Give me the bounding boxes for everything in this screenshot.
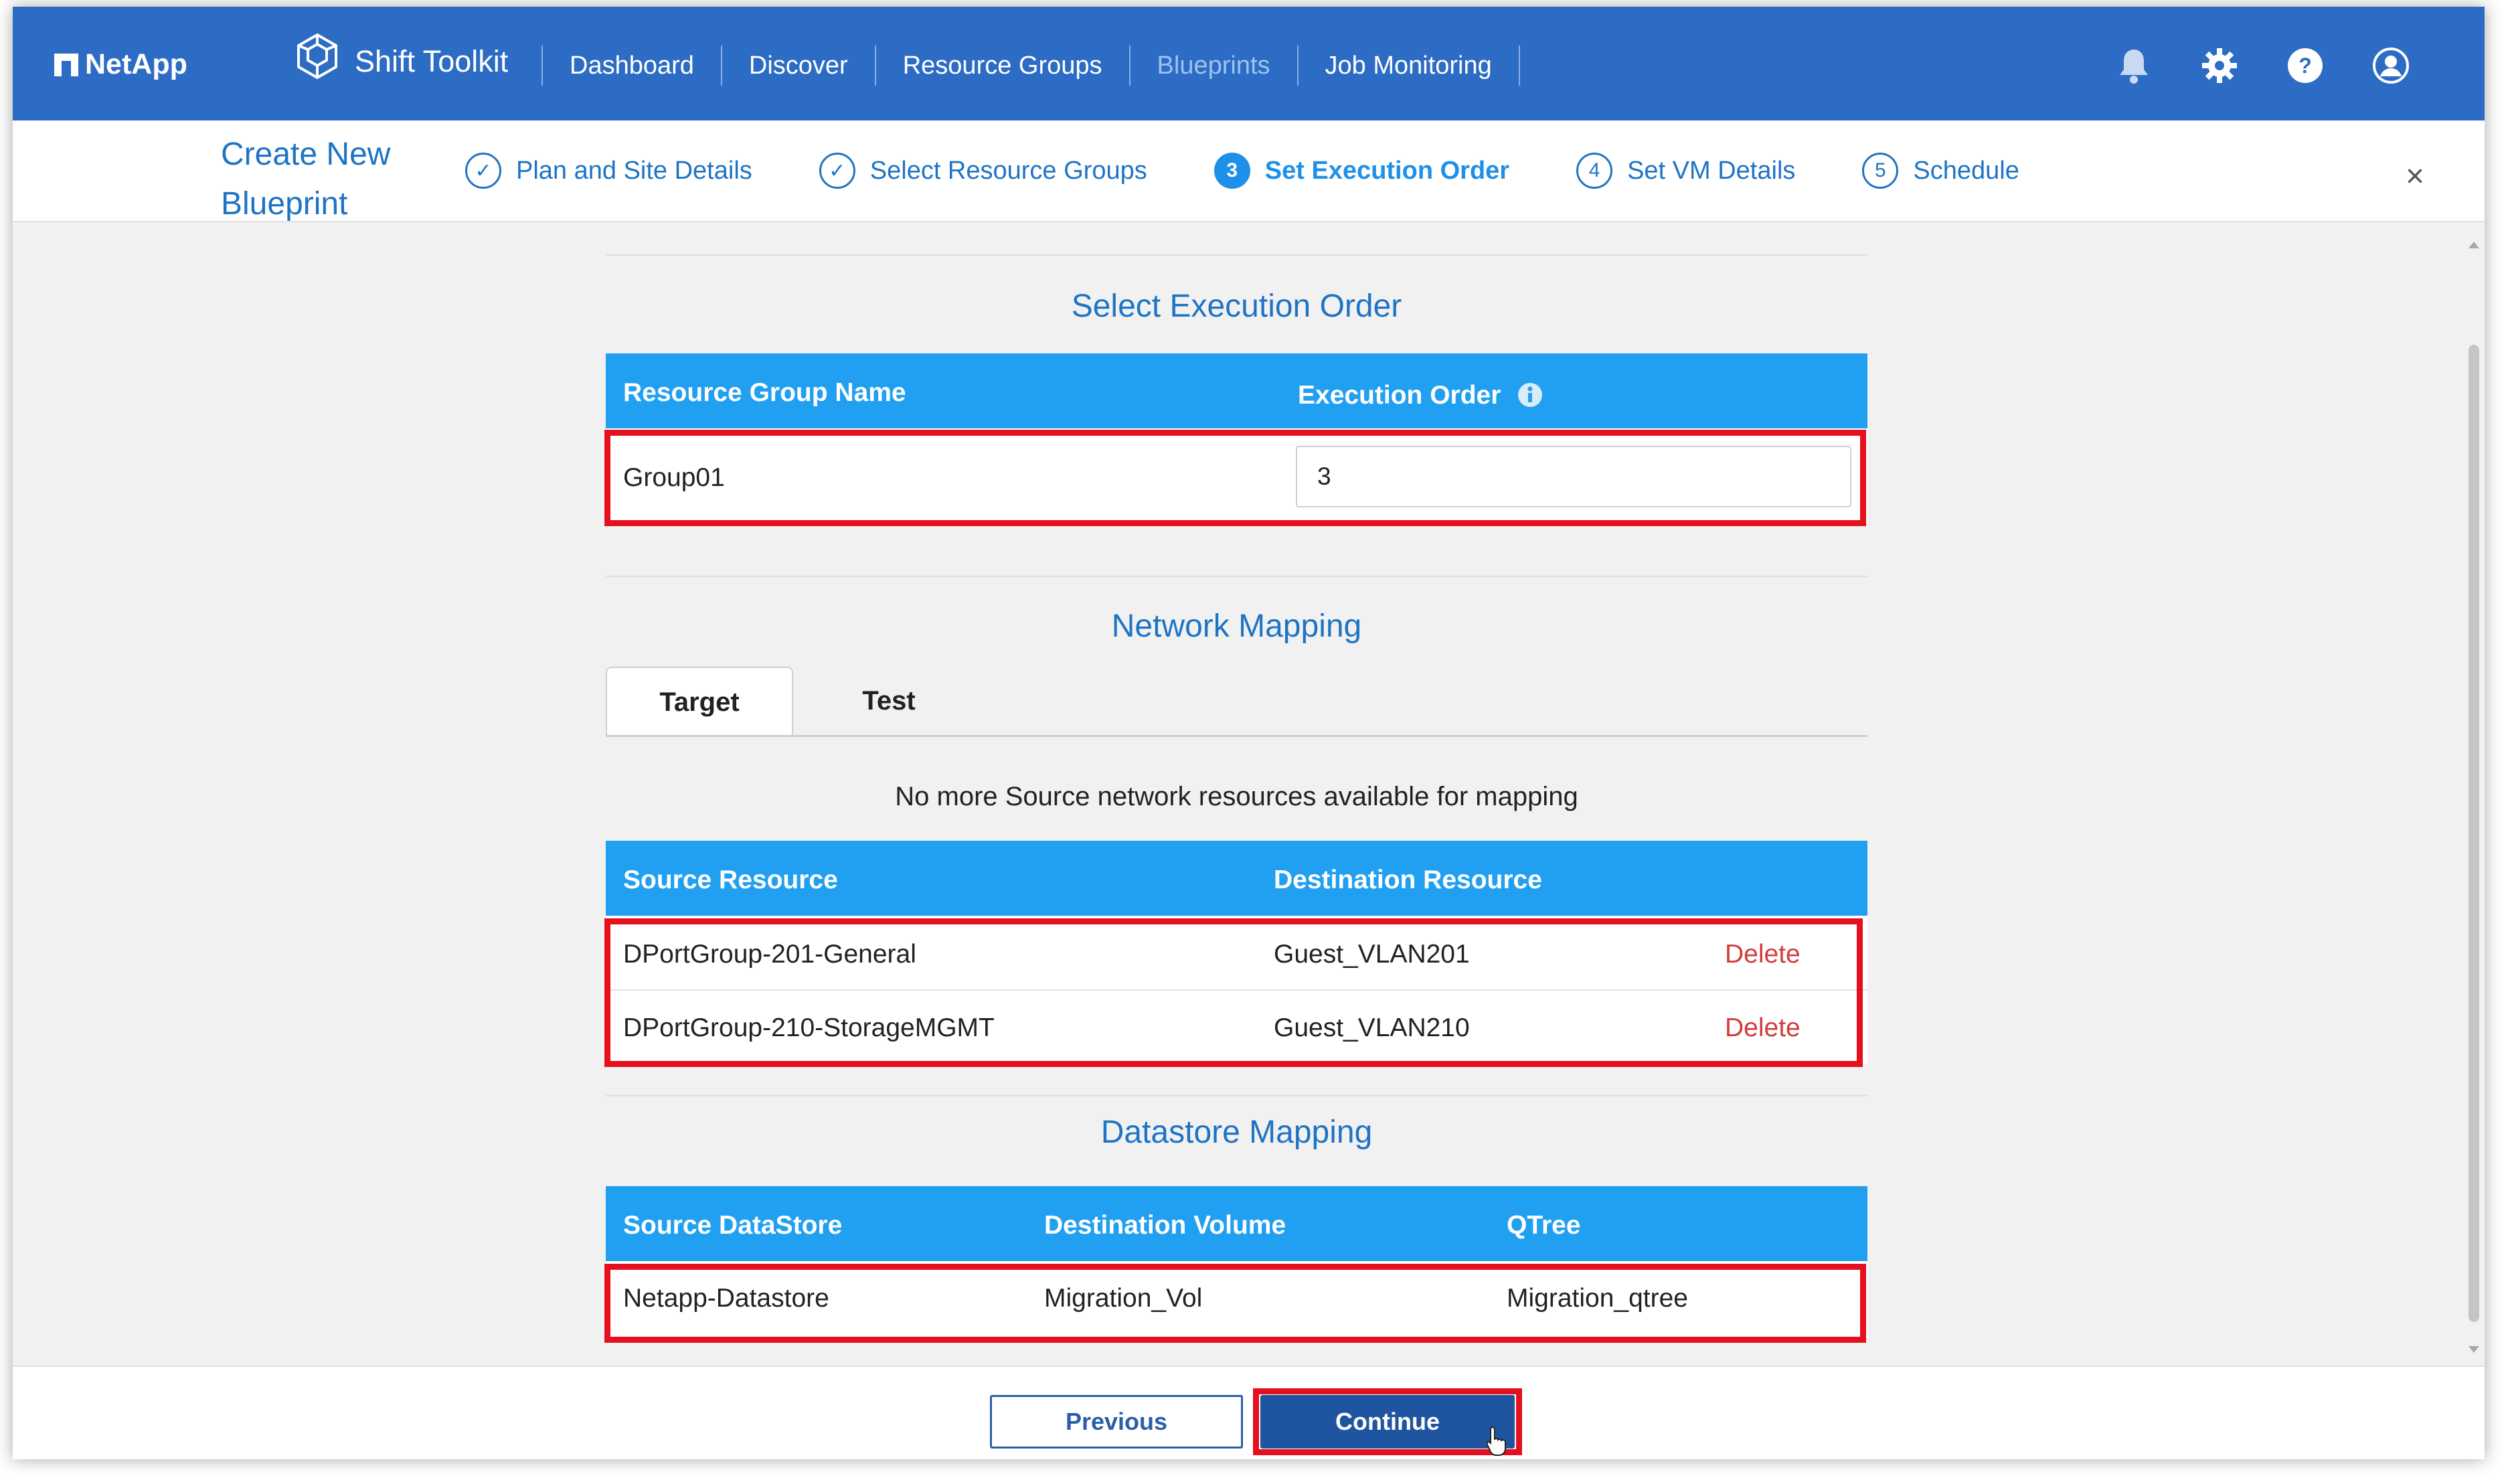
step-select-resource-groups[interactable]: ✓ Select Resource Groups	[819, 153, 1147, 189]
highlight-box	[604, 1264, 1866, 1343]
step-label: Plan and Site Details	[516, 156, 752, 185]
shift-toolkit-icon	[292, 32, 343, 90]
svg-text:?: ?	[2298, 54, 2312, 78]
nav-resource-groups[interactable]: Resource Groups	[876, 46, 1131, 86]
step-number: 3	[1214, 153, 1250, 189]
step-label: Select Resource Groups	[869, 156, 1147, 185]
info-icon[interactable]	[1517, 382, 1543, 408]
network-table-header: Source Resource Destination Resource	[606, 841, 1867, 916]
wizard-bar: Create New Blueprint ✓ Plan and Site Det…	[13, 120, 2485, 222]
step-plan-and-site[interactable]: ✓ Plan and Site Details	[465, 153, 752, 189]
scrollbar[interactable]	[2465, 238, 2483, 1357]
nav-discover[interactable]: Discover	[722, 46, 876, 86]
footer-bar: Previous Continue	[13, 1366, 2485, 1459]
nav-job-monitoring[interactable]: Job Monitoring	[1299, 46, 1520, 86]
nav-blueprints[interactable]: Blueprints	[1131, 46, 1299, 86]
scrollbar-thumb[interactable]	[2469, 345, 2479, 1322]
network-mapping-title: Network Mapping	[1111, 608, 1362, 644]
bell-icon[interactable]	[2114, 46, 2154, 86]
brand-name: NetApp	[85, 48, 187, 80]
product-name: Shift Toolkit	[355, 44, 509, 78]
datastore-mapping-title: Datastore Mapping	[1100, 1115, 1373, 1150]
previous-button[interactable]: Previous	[990, 1395, 1243, 1449]
highlight-box	[604, 430, 1866, 526]
step-label: Set Execution Order	[1264, 156, 1510, 185]
step-label: Schedule	[1913, 156, 2019, 185]
main-nav: Dashboard Discover Resource Groups Bluep…	[541, 46, 1520, 86]
wizard-title-line1: Create New	[221, 137, 391, 172]
hand-cursor-icon	[1486, 1426, 1506, 1456]
divider	[606, 254, 1867, 256]
step-label: Set VM Details	[1627, 156, 1796, 185]
col-execution-order-label: Execution Order	[1298, 381, 1501, 410]
network-tabs: Target Test	[606, 667, 1867, 737]
help-icon[interactable]: ?	[2285, 46, 2325, 86]
execution-order-title: Select Execution Order	[1071, 288, 1402, 324]
highlight-box	[604, 918, 1863, 1067]
step-number: 4	[1576, 153, 1613, 189]
netapp-logo-icon	[54, 53, 78, 76]
wizard-title-line2: Blueprint	[221, 186, 348, 222]
col-destination-volume: Destination Volume	[1044, 1211, 1286, 1240]
top-icons: ?	[2114, 46, 2411, 86]
check-icon: ✓	[819, 153, 855, 189]
scroll-down-icon[interactable]	[2469, 1346, 2479, 1353]
check-icon: ✓	[465, 153, 501, 189]
execution-table-header: Resource Group Name Execution Order	[606, 353, 1867, 428]
col-destination-resource: Destination Resource	[1274, 865, 1542, 894]
col-resource-group-name: Resource Group Name	[623, 378, 906, 407]
network-empty-note: No more Source network resources availab…	[895, 782, 1578, 811]
step-schedule[interactable]: 5 Schedule	[1862, 153, 2019, 189]
col-source-datastore: Source DataStore	[623, 1211, 843, 1240]
step-set-execution-order[interactable]: 3 Set Execution Order	[1214, 153, 1509, 189]
tab-test[interactable]: Test	[795, 667, 983, 735]
scroll-up-icon[interactable]	[2469, 242, 2479, 248]
divider	[606, 576, 1867, 577]
step-number: 5	[1862, 153, 1899, 189]
divider	[606, 1095, 1867, 1096]
highlight-box	[1253, 1388, 1522, 1455]
nav-dashboard[interactable]: Dashboard	[541, 46, 722, 86]
wizard-steps: ✓ Plan and Site Details ✓ Select Resourc…	[465, 153, 2086, 189]
top-bar: NetApp Shift Toolkit Dashboard Discover …	[13, 7, 2485, 120]
wizard-title: Create New Blueprint	[221, 130, 422, 229]
tab-target[interactable]: Target	[606, 667, 793, 735]
gear-icon[interactable]	[2199, 46, 2240, 86]
product-title[interactable]: Shift Toolkit	[292, 32, 508, 90]
col-qtree: QTree	[1507, 1211, 1581, 1240]
netapp-logo[interactable]: NetApp	[54, 48, 187, 81]
user-icon[interactable]	[2371, 46, 2411, 86]
step-set-vm-details[interactable]: 4 Set VM Details	[1576, 153, 1795, 189]
app-window: NetApp Shift Toolkit Dashboard Discover …	[13, 7, 2485, 1459]
col-execution-order: Execution Order	[1298, 378, 1543, 410]
col-source-resource: Source Resource	[623, 865, 838, 894]
datastore-table-header: Source DataStore Destination Volume QTre…	[606, 1186, 1867, 1261]
close-icon[interactable]: ×	[2406, 158, 2424, 195]
